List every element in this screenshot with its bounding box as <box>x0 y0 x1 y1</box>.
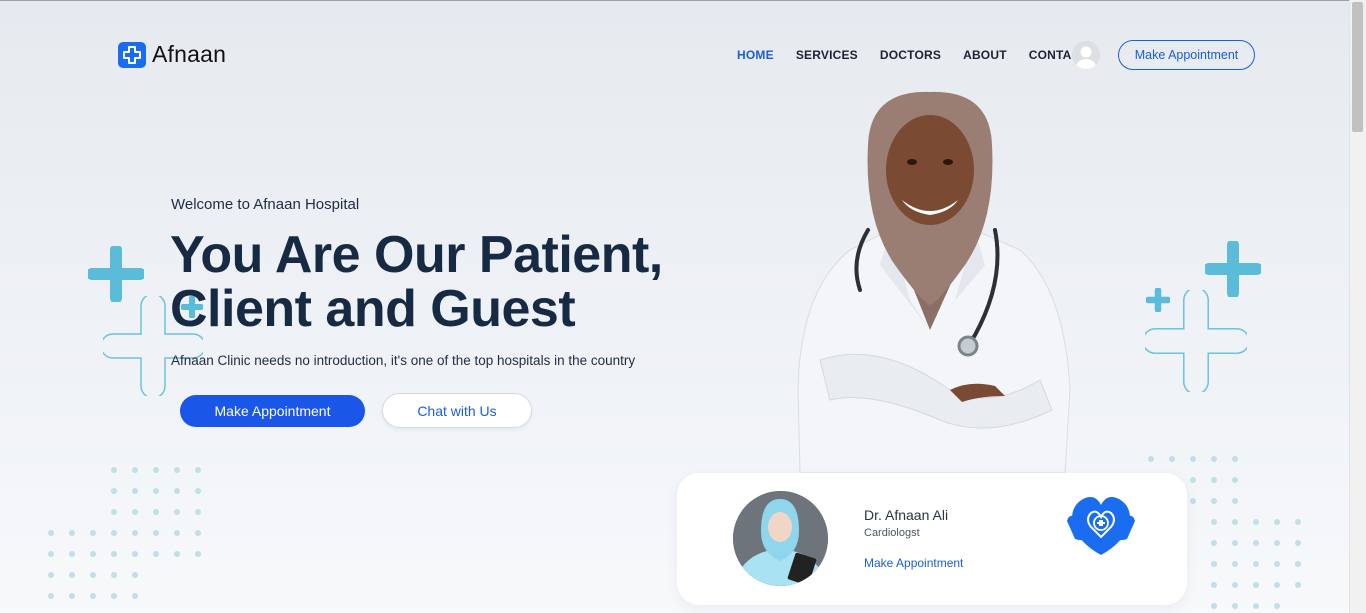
doctor-hero-image <box>797 91 1071 473</box>
nav-item-doctors[interactable]: DOCTORS <box>880 48 941 62</box>
small-plus-decoration-right-icon <box>1146 288 1170 312</box>
window-top-border <box>0 0 1366 1</box>
hero-title-line-2: Client and Guest <box>170 280 576 338</box>
nav-item-services[interactable]: SERVICES <box>796 48 858 62</box>
card-make-appointment-link[interactable]: Make Appointment <box>864 556 963 570</box>
nav-item-about[interactable]: ABOUT <box>963 48 1007 62</box>
welcome-text: Welcome to Afnaan Hospital <box>171 196 360 213</box>
plus-decoration-right-icon <box>1205 241 1261 297</box>
hero-title: You Are Our Patient, Client and Guest <box>170 228 730 336</box>
doctor-name: Dr. Afnaan Ali <box>864 507 949 523</box>
brand-logo[interactable]: Afnaan <box>118 41 226 68</box>
medical-cross-icon <box>118 41 146 68</box>
brand-name: Afnaan <box>152 41 227 67</box>
nav-item-home[interactable]: HOME <box>737 48 774 62</box>
doctor-role: Cardiologst <box>864 527 920 539</box>
scrollbar-thumb[interactable] <box>1352 2 1363 132</box>
main-nav: HOME SERVICES DOCTORS ABOUT CONTACT <box>737 48 1110 62</box>
doctor-card: Dr. Afnaan Ali Cardiologst Make Appointm… <box>677 473 1187 605</box>
header-make-appointment-button[interactable]: Make Appointment <box>1118 40 1255 70</box>
doctor-avatar <box>733 491 828 586</box>
chat-with-us-button[interactable]: Chat with Us <box>382 393 532 428</box>
user-avatar-icon[interactable] <box>1072 41 1100 69</box>
make-appointment-button[interactable]: Make Appointment <box>180 395 365 427</box>
plus-decoration-icon <box>88 246 144 302</box>
dot-grid-left <box>48 467 201 599</box>
heart-care-icon <box>1067 497 1135 555</box>
page-scrollbar[interactable] <box>1349 0 1366 613</box>
hero-title-line-1: You Are Our Patient, <box>170 226 663 284</box>
hero-subtitle: Afnaan Clinic needs no introduction, it'… <box>171 353 636 368</box>
